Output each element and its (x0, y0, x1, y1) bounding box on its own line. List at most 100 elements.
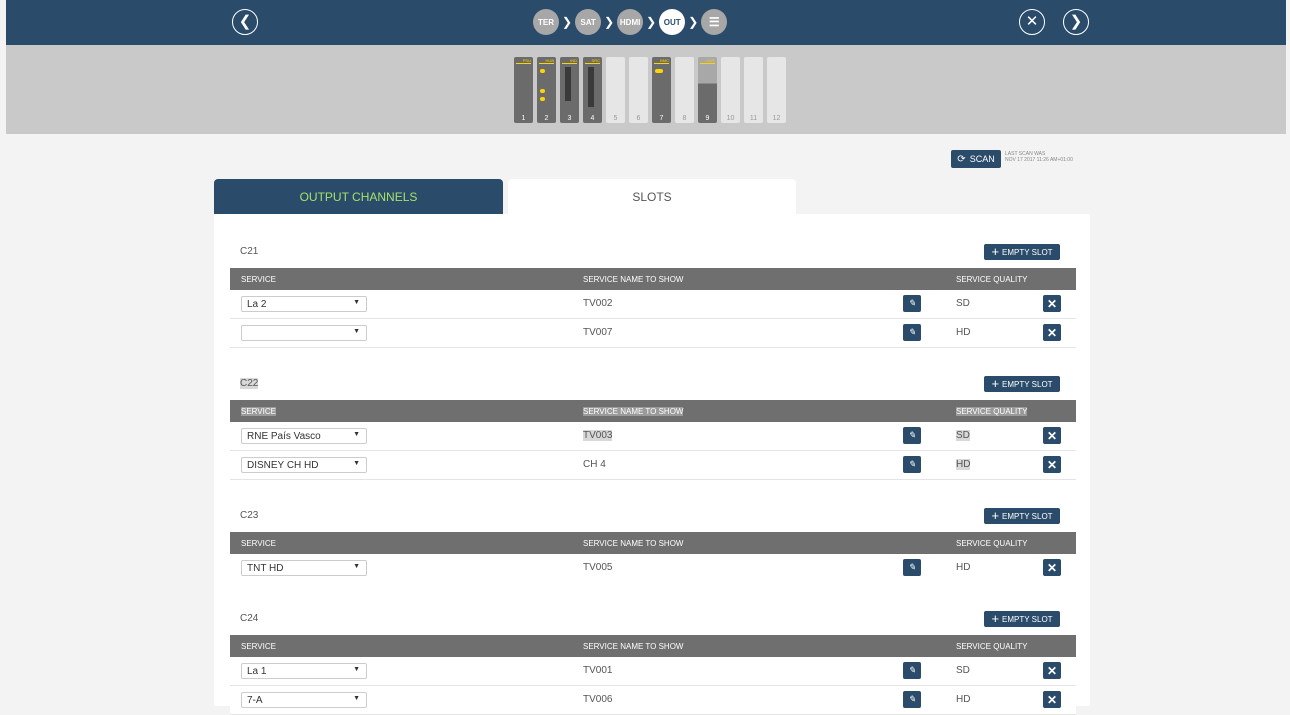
slot-4[interactable]: SRC 4 (583, 57, 602, 123)
table-header: SERVICE SERVICE NAME TO SHOW SERVICE QUA… (230, 532, 1076, 554)
chevron-right-icon: ❯ (604, 15, 615, 29)
dropdown-arrow-icon: ▼ (353, 666, 360, 673)
slot-10[interactable]: 10 (721, 57, 740, 123)
edit-pencil-icon[interactable]: ✎ (903, 295, 921, 312)
edit-pencil-icon[interactable]: ✎ (903, 559, 921, 576)
header-service: SERVICE (241, 642, 276, 651)
table-row: La 1 ▼ TV001 ✎ SD ✕ (230, 657, 1076, 686)
scan-label: SCAN (969, 154, 995, 164)
edit-pencil-icon[interactable]: ✎ (903, 427, 921, 444)
dropdown-arrow-icon: ▼ (353, 695, 360, 702)
hardware-slot-strip: PSU 1 HUB 2 IND 3 SRC 4 5 6 BMC 7 8 OUT … (6, 45, 1286, 134)
slot-12[interactable]: 12 (767, 57, 786, 123)
slot-number: 7 (659, 115, 664, 122)
empty-slot-label: EMPTY SLOT (1002, 614, 1053, 624)
close-icon[interactable]: ✕ (1019, 9, 1045, 35)
delete-x-icon[interactable]: ✕ (1043, 456, 1061, 473)
add-empty-slot-button[interactable]: + EMPTY SLOT (984, 508, 1060, 524)
slot-9[interactable]: OUT 9 (698, 57, 717, 123)
slot-8[interactable]: 8 (675, 57, 694, 123)
slot-5[interactable]: 5 (606, 57, 625, 123)
slot-tag: HUB (539, 58, 554, 64)
port-led-icon (540, 69, 545, 73)
slot-number: 9 (705, 115, 710, 122)
wizard-steps: TER ❯ SAT ❯ HDMI ❯ OUT ❯ ☰ (533, 8, 728, 36)
service-name: CH 4 (583, 459, 606, 470)
plus-icon: + (991, 244, 1000, 259)
last-scan-date: NOV 17 2017 11:26 AM+01:00 (1005, 157, 1073, 163)
scan-button[interactable]: ⟳ SCAN (951, 150, 1001, 168)
slot-number: 6 (636, 115, 641, 122)
service-quality: SD (956, 665, 970, 676)
channel-title: C23 (240, 510, 259, 521)
header-quality: SERVICE QUALITY (956, 642, 1028, 651)
channel-title: C22 (240, 378, 259, 389)
header-name: SERVICE NAME TO SHOW (583, 407, 684, 416)
tab-slots[interactable]: SLOTS (508, 179, 796, 214)
edit-pencil-icon[interactable]: ✎ (903, 456, 921, 473)
header-service: SERVICE (241, 407, 276, 416)
table-header: SERVICE SERVICE NAME TO SHOW SERVICE QUA… (230, 400, 1076, 422)
slot-3[interactable]: IND 3 (560, 57, 579, 123)
service-select[interactable]: La 1 ▼ (241, 663, 367, 679)
service-select[interactable]: La 2 ▼ (241, 296, 367, 312)
add-empty-slot-button[interactable]: + EMPTY SLOT (984, 611, 1060, 627)
back-icon[interactable]: ❮ (232, 9, 258, 35)
slot-number: 12 (772, 115, 781, 122)
service-quality: HD (956, 327, 971, 338)
slot-number: 11 (749, 115, 758, 122)
step-out[interactable]: OUT (659, 9, 686, 35)
slot-tag: BMC (654, 58, 669, 64)
header-service: SERVICE (241, 275, 276, 284)
service-quality: HD (956, 694, 971, 705)
plus-icon: + (991, 508, 1000, 523)
delete-x-icon[interactable]: ✕ (1043, 662, 1061, 679)
port-led-icon (655, 69, 663, 73)
delete-x-icon[interactable]: ✕ (1043, 324, 1061, 341)
slot-tag: IND (562, 58, 577, 64)
header-name: SERVICE NAME TO SHOW (583, 642, 684, 651)
step-hdmi[interactable]: HDMI (617, 9, 644, 35)
dropdown-arrow-icon: ▼ (353, 460, 360, 467)
chevron-right-icon: ❯ (646, 15, 657, 29)
slot-6[interactable]: 6 (629, 57, 648, 123)
service-select[interactable]: DISNEY CH HD ▼ (241, 457, 367, 473)
output-channels-panel: C21 + EMPTY SLOT SERVICE SERVICE NAME TO … (214, 214, 1090, 715)
delete-x-icon[interactable]: ✕ (1043, 295, 1061, 312)
table-row: RNE País Vasco ▼ TV003 ✎ SD ✕ (230, 422, 1076, 451)
slot-number: 1 (521, 115, 526, 122)
module-bar (565, 67, 571, 101)
slot-1[interactable]: PSU 1 (514, 57, 533, 123)
step-sat[interactable]: SAT (575, 9, 602, 35)
list-menu-icon[interactable]: ☰ (701, 9, 728, 35)
table-row: 7-A ▼ TV006 ✎ HD ✕ (230, 686, 1076, 715)
step-ter[interactable]: TER (533, 9, 559, 35)
edit-pencil-icon[interactable]: ✎ (903, 324, 921, 341)
slot-7[interactable]: BMC 7 (652, 57, 671, 123)
refresh-icon: ⟳ (957, 153, 966, 165)
header-quality: SERVICE QUALITY (956, 407, 1028, 416)
module-bar (588, 67, 594, 107)
service-quality: SD (956, 298, 970, 309)
slot-tag: OUT (700, 58, 715, 64)
table-row: La 2 ▼ TV002 ✎ SD ✕ (230, 290, 1076, 319)
service-select[interactable]: ▼ (241, 325, 367, 341)
channel-title: C21 (240, 246, 259, 257)
empty-slot-label: EMPTY SLOT (1002, 247, 1053, 257)
service-value: TNT HD (247, 563, 284, 574)
plus-icon: + (991, 376, 1000, 391)
delete-x-icon[interactable]: ✕ (1043, 691, 1061, 708)
service-select[interactable]: TNT HD ▼ (241, 560, 367, 576)
slot-2[interactable]: HUB 2 (537, 57, 556, 123)
delete-x-icon[interactable]: ✕ (1043, 559, 1061, 576)
edit-pencil-icon[interactable]: ✎ (903, 691, 921, 708)
add-empty-slot-button[interactable]: + EMPTY SLOT (984, 376, 1060, 392)
service-select[interactable]: RNE País Vasco ▼ (241, 428, 367, 444)
tab-output-channels[interactable]: OUTPUT CHANNELS (214, 179, 503, 214)
slot-11[interactable]: 11 (744, 57, 763, 123)
forward-icon[interactable]: ❯ (1063, 9, 1089, 35)
header-quality: SERVICE QUALITY (956, 539, 1028, 548)
add-empty-slot-button[interactable]: + EMPTY SLOT (984, 244, 1060, 260)
delete-x-icon[interactable]: ✕ (1043, 427, 1061, 444)
edit-pencil-icon[interactable]: ✎ (903, 662, 921, 679)
